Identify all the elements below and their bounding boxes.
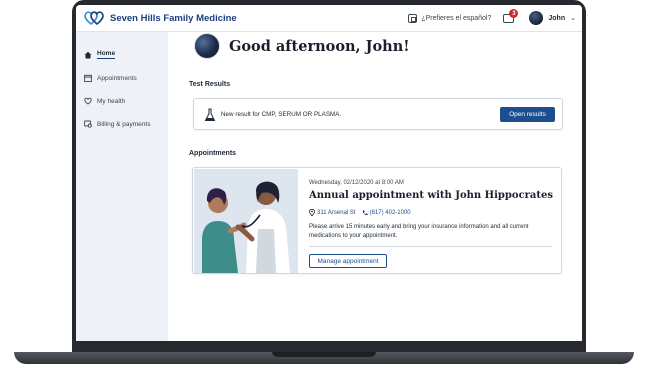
appointment-address: 311 Arsenal St (317, 209, 356, 216)
laptop-notch (272, 352, 376, 357)
brand-name: Seven Hills Family Medicine (110, 12, 237, 24)
app-screen: Seven Hills Family Medicine ¿Prefieres e… (76, 5, 582, 341)
test-results-card: New result for CMP, SERUM OR PLASMA. Ope… (193, 98, 563, 130)
page-title: Good afternoon, John! (229, 38, 410, 55)
sidebar: Home Appointments My health Billing & pa… (76, 32, 168, 341)
user-menu[interactable]: John ⌄ (529, 11, 576, 25)
top-header: Seven Hills Family Medicine ¿Prefieres e… (76, 5, 582, 32)
sidebar-item-home[interactable]: Home (84, 50, 116, 59)
sidebar-item-billing[interactable]: Billing & payments (84, 120, 150, 128)
appointment-datetime: Wednesday, 02/12/2020 at 8:00 AM (309, 180, 404, 186)
phone-icon (362, 210, 368, 215)
appointment-address-link[interactable]: 311 Arsenal St (309, 209, 356, 216)
avatar (529, 11, 544, 25)
appointment-title: Annual appointment with John Hippocrates (309, 190, 554, 201)
manage-appointment-button[interactable]: Manage appointment (309, 254, 387, 268)
divider (309, 246, 552, 247)
billing-icon (84, 120, 92, 128)
brand[interactable]: Seven Hills Family Medicine (84, 10, 237, 26)
chevron-down-icon: ⌄ (570, 15, 576, 22)
messages-button[interactable]: 3 (503, 9, 519, 24)
appointment-instructions: Please arrive 15 minutes early and bring… (309, 224, 529, 239)
hearts-logo-icon (84, 11, 104, 26)
calendar-icon (84, 74, 92, 82)
appointment-phone-link[interactable]: (617) 402-1000 (362, 210, 411, 216)
open-results-button[interactable]: Open results (500, 107, 555, 122)
sidebar-item-label: Home (97, 50, 116, 59)
appointment-card: Wednesday, 02/12/2020 at 8:00 AM Annual … (192, 167, 562, 274)
appointments-heading: Appointments (189, 150, 237, 157)
sidebar-item-label: Billing & payments (97, 120, 151, 128)
home-icon (84, 51, 92, 58)
messages-count-badge: 3 (509, 9, 519, 18)
sidebar-item-label: My health (97, 97, 126, 105)
user-name: John (548, 14, 566, 22)
sidebar-item-label: Appointments (97, 74, 137, 82)
profile-avatar (194, 33, 220, 59)
sidebar-item-appointments[interactable]: Appointments (84, 74, 137, 82)
test-result-message: New result for CMP, SERUM OR PLASMA. (221, 111, 342, 118)
test-results-heading: Test Results (189, 81, 231, 88)
language-link-label: ¿Prefieres el español? (421, 14, 492, 22)
location-pin-icon (309, 209, 315, 216)
translate-icon (408, 13, 418, 23)
flask-icon (204, 108, 216, 121)
language-link[interactable]: ¿Prefieres el español? (408, 13, 492, 23)
sidebar-item-my-health[interactable]: My health (84, 97, 125, 105)
heart-icon (84, 97, 92, 105)
doctor-patient-illustration (194, 169, 298, 273)
appointment-phone: (617) 402-1000 (369, 209, 411, 216)
